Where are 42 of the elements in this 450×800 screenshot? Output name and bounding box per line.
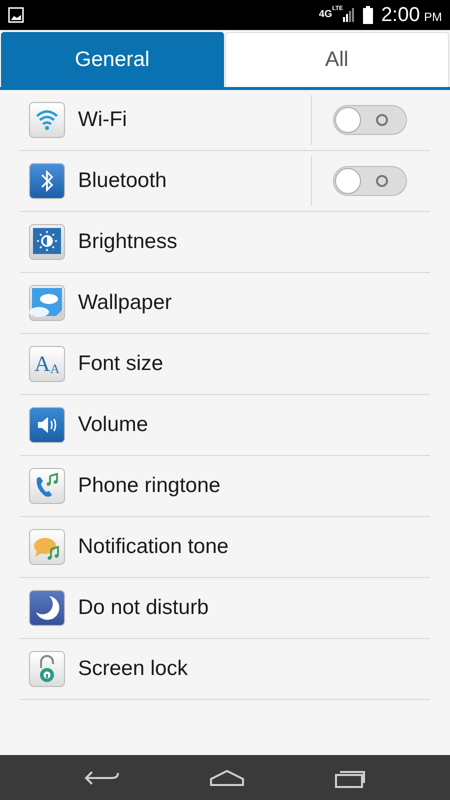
- settings-item[interactable]: Wallpaper: [20, 273, 430, 334]
- item-label: Notification tone: [78, 534, 230, 560]
- item-label: Do not disturb: [78, 595, 210, 622]
- tab[interactable]: General: [1, 32, 224, 87]
- item-label: Brightness: [78, 229, 178, 256]
- item-label: Wallpaper: [78, 290, 173, 316]
- tab[interactable]: All: [224, 32, 449, 87]
- settings-item[interactable]: Do not disturb: [20, 578, 430, 639]
- settings-item[interactable]: Brightness: [20, 212, 430, 273]
- image-icon: [8, 7, 24, 23]
- settings-item[interactable]: Bluetooth: [20, 151, 430, 212]
- item-label: Bluetooth: [78, 168, 168, 194]
- phone-music-icon: [29, 468, 65, 504]
- padlock-icon: [29, 651, 65, 687]
- item-label: Wi-Fi: [78, 107, 128, 134]
- brightness-icon: [29, 224, 65, 260]
- item-label: Volume: [78, 412, 150, 438]
- item-label: Font size: [78, 351, 164, 378]
- battery-icon: [363, 6, 374, 24]
- speaker-icon: [29, 407, 65, 443]
- bluetooth-icon: [29, 163, 65, 199]
- settings-item[interactable]: Wi-Fi: [20, 90, 430, 151]
- network-type: 4G: [318, 10, 332, 20]
- settings-item[interactable]: Notification tone: [20, 517, 430, 578]
- icon-letter: A: [50, 362, 60, 375]
- signal-icon: [343, 8, 356, 22]
- chat-bubble-music-icon: [29, 529, 65, 565]
- settings-item[interactable]: Phone ringtone: [20, 456, 430, 517]
- clock-time: 2:00: [381, 5, 420, 25]
- landscape-icon: [29, 285, 65, 321]
- item-label: Screen lock: [78, 656, 189, 682]
- settings-item[interactable]: Volume: [20, 395, 430, 456]
- item-label: Phone ringtone: [78, 473, 222, 500]
- toggle-switch[interactable]: [333, 166, 407, 196]
- clock-period: PM: [424, 11, 442, 23]
- moon-icon: [29, 590, 65, 626]
- icon-letter: A: [34, 353, 50, 375]
- settings-item[interactable]: Screen lock: [20, 639, 430, 700]
- settings-item[interactable]: AA Font size: [20, 334, 430, 395]
- toggle-switch[interactable]: [333, 105, 407, 135]
- home-icon[interactable]: [208, 768, 245, 786]
- wifi-icon: [29, 102, 65, 138]
